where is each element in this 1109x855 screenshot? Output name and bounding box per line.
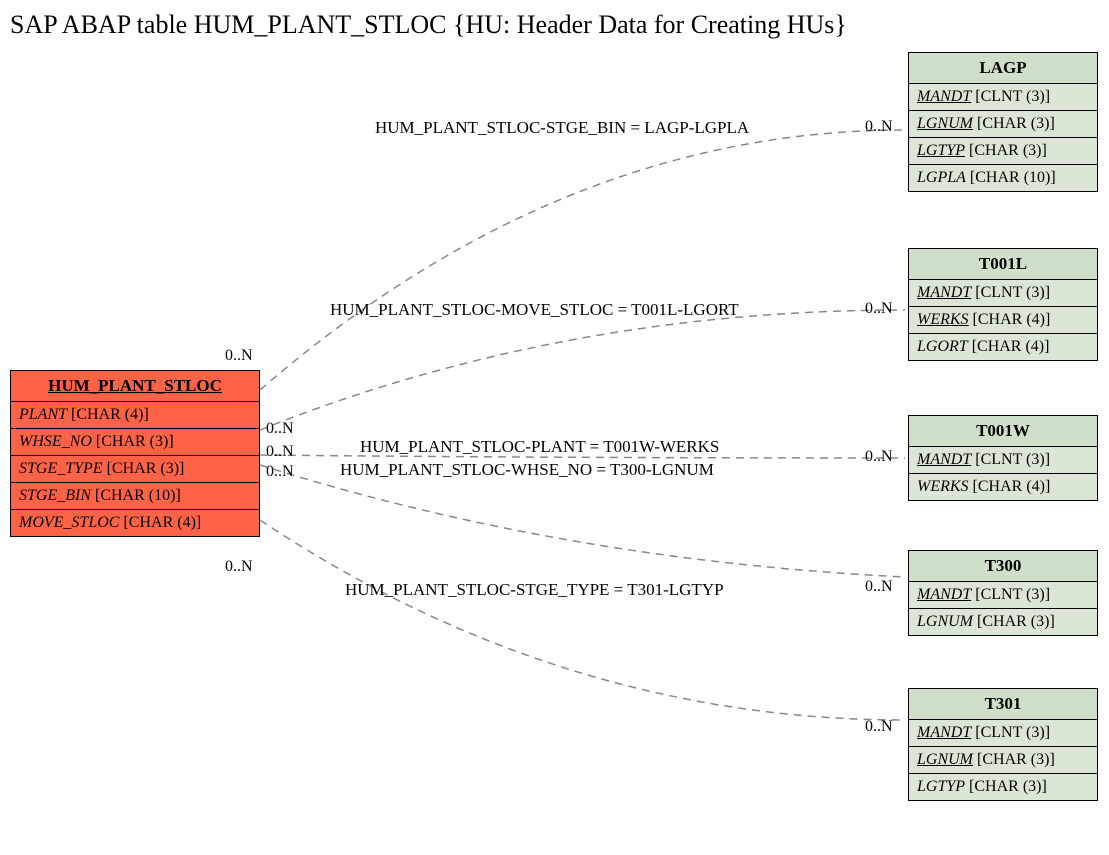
field-row: LGNUM [CHAR (3)]	[909, 110, 1097, 137]
relation-label: HUM_PLANT_STLOC-WHSE_NO = T300-LGNUM	[340, 460, 714, 480]
field-row: MANDT [CLNT (3)]	[909, 581, 1097, 608]
cardinality-label: 0..N	[865, 718, 893, 736]
relation-label: HUM_PLANT_STLOC-STGE_TYPE = T301-LGTYP	[345, 580, 724, 600]
entity-t300: T300 MANDT [CLNT (3)] LGNUM [CHAR (3)]	[908, 550, 1098, 636]
field-row: LGTYP [CHAR (3)]	[909, 773, 1097, 800]
field-row: WHSE_NO [CHAR (3)]	[11, 428, 259, 455]
entity-lagp: LAGP MANDT [CLNT (3)] LGNUM [CHAR (3)] L…	[908, 52, 1098, 192]
field-row: LGNUM [CHAR (3)]	[909, 746, 1097, 773]
cardinality-label: 0..N	[865, 448, 893, 466]
cardinality-label: 0..N	[865, 300, 893, 318]
entity-header: LAGP	[909, 53, 1097, 83]
entity-t301: T301 MANDT [CLNT (3)] LGNUM [CHAR (3)] L…	[908, 688, 1098, 801]
entity-header: T300	[909, 551, 1097, 581]
field-row: LGPLA [CHAR (10)]	[909, 164, 1097, 191]
cardinality-label: 0..N	[225, 558, 253, 576]
field-row: WERKS [CHAR (4)]	[909, 306, 1097, 333]
field-row: WERKS [CHAR (4)]	[909, 473, 1097, 500]
field-row: LGNUM [CHAR (3)]	[909, 608, 1097, 635]
entity-t001l: T001L MANDT [CLNT (3)] WERKS [CHAR (4)] …	[908, 248, 1098, 361]
relation-label: HUM_PLANT_STLOC-MOVE_STLOC = T001L-LGORT	[330, 300, 739, 320]
cardinality-label: 0..N	[865, 118, 893, 136]
relation-label: HUM_PLANT_STLOC-STGE_BIN = LAGP-LGPLA	[375, 118, 749, 138]
diagram-title: SAP ABAP table HUM_PLANT_STLOC {HU: Head…	[10, 10, 847, 40]
entity-hum-plant-stloc: HUM_PLANT_STLOC PLANT [CHAR (4)] WHSE_NO…	[10, 370, 260, 537]
cardinality-label: 0..N	[266, 420, 294, 438]
entity-t001w: T001W MANDT [CLNT (3)] WERKS [CHAR (4)]	[908, 415, 1098, 501]
field-row: PLANT [CHAR (4)]	[11, 401, 259, 428]
relation-label: HUM_PLANT_STLOC-PLANT = T001W-WERKS	[360, 437, 719, 457]
field-row: MANDT [CLNT (3)]	[909, 719, 1097, 746]
field-row: MOVE_STLOC [CHAR (4)]	[11, 509, 259, 536]
field-row: STGE_TYPE [CHAR (3)]	[11, 455, 259, 482]
field-row: STGE_BIN [CHAR (10)]	[11, 482, 259, 509]
cardinality-label: 0..N	[266, 443, 294, 461]
entity-header: HUM_PLANT_STLOC	[11, 371, 259, 401]
field-row: MANDT [CLNT (3)]	[909, 83, 1097, 110]
entity-header: T001L	[909, 249, 1097, 279]
cardinality-label: 0..N	[266, 463, 294, 481]
cardinality-label: 0..N	[865, 578, 893, 596]
cardinality-label: 0..N	[225, 347, 253, 365]
field-row: LGTYP [CHAR (3)]	[909, 137, 1097, 164]
entity-header: T301	[909, 689, 1097, 719]
field-row: MANDT [CLNT (3)]	[909, 446, 1097, 473]
field-row: LGORT [CHAR (4)]	[909, 333, 1097, 360]
field-row: MANDT [CLNT (3)]	[909, 279, 1097, 306]
entity-header: T001W	[909, 416, 1097, 446]
